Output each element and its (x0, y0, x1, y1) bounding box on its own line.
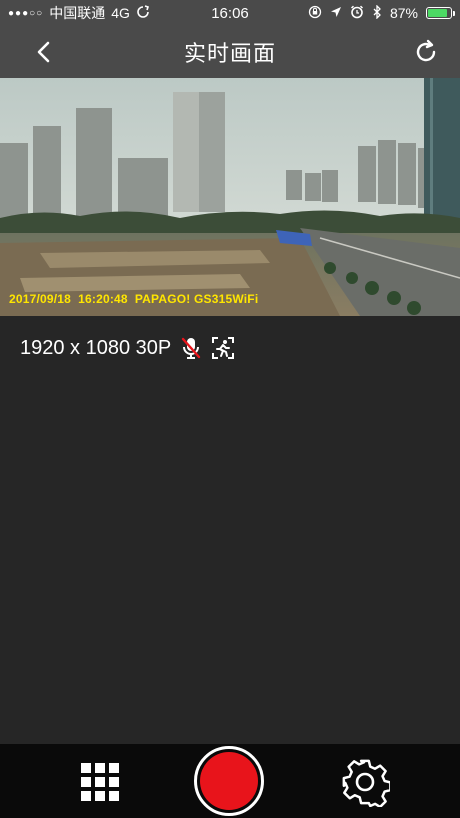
location-icon (330, 5, 342, 21)
gallery-grid-button[interactable] (80, 762, 120, 802)
back-button[interactable] (28, 36, 60, 68)
bottom-toolbar (0, 744, 460, 818)
orientation-lock-icon (308, 5, 322, 22)
motion-detection-icon (211, 336, 235, 360)
bluetooth-icon (372, 3, 382, 22)
refresh-button[interactable] (410, 36, 442, 68)
record-button[interactable] (194, 746, 264, 816)
battery-percent: 87% (389, 5, 418, 21)
video-timestamp-overlay: 2017/09/18 16:20:48 PAPAGO! GS315WiFi (9, 292, 259, 306)
carrier-label: 中国联通 (49, 5, 106, 21)
sync-icon (136, 4, 150, 22)
refresh-icon (416, 39, 436, 62)
resolution-label: 1920 x 1080 30P (20, 336, 172, 359)
alarm-icon (350, 5, 364, 22)
settings-button[interactable] (340, 757, 392, 809)
recording-info: 1920 x 1080 30P (20, 336, 235, 360)
status-bar: ●●●○○ 中国联通 4G 16:06 87% (0, 0, 460, 26)
battery-icon (426, 7, 455, 19)
status-bar-left: ●●●○○ 中国联通 4G (8, 3, 150, 23)
microphone-muted-icon (179, 336, 203, 360)
nav-bar: 实时画面 (0, 26, 460, 78)
status-bar-right: 87% (308, 3, 455, 22)
record-icon (200, 752, 258, 810)
signal-strength-icon: ●●●○○ (8, 7, 44, 19)
page-title: 实时画面 (183, 41, 276, 66)
video-frame-image (0, 78, 460, 316)
gear-icon (342, 759, 392, 809)
grid-icon (81, 763, 119, 801)
chevron-left-icon (37, 41, 50, 63)
live-video-feed[interactable]: 2017/09/18 16:20:48 PAPAGO! GS315WiFi (0, 78, 460, 316)
network-type: 4G (111, 5, 130, 21)
battery-fill (428, 9, 448, 17)
